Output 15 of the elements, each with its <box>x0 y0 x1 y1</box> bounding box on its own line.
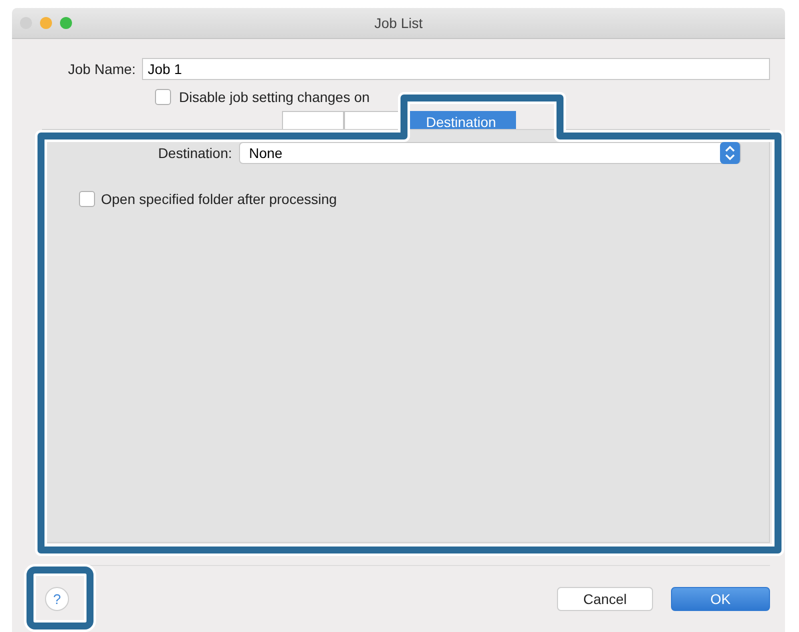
destination-dropdown[interactable]: None <box>239 142 741 164</box>
checkbox[interactable] <box>155 89 171 105</box>
ok-button[interactable]: OK <box>671 587 770 611</box>
window-title: Job List <box>374 15 423 31</box>
checkbox-label: Disable job setting changes on <box>179 89 370 105</box>
cancel-button[interactable]: Cancel <box>557 587 653 611</box>
help-button[interactable]: ? <box>45 587 69 611</box>
destination-label: Destination: <box>157 145 232 161</box>
job-name-field[interactable]: Job 1 <box>142 58 770 80</box>
job-name-label: Job Name: <box>68 61 136 77</box>
zoom-button[interactable] <box>60 17 72 29</box>
stepper-icon <box>720 142 740 164</box>
checkbox[interactable] <box>79 191 95 207</box>
minimize-button[interactable] <box>40 17 52 29</box>
checkbox-label: Open specified folder after processing <box>101 191 337 207</box>
